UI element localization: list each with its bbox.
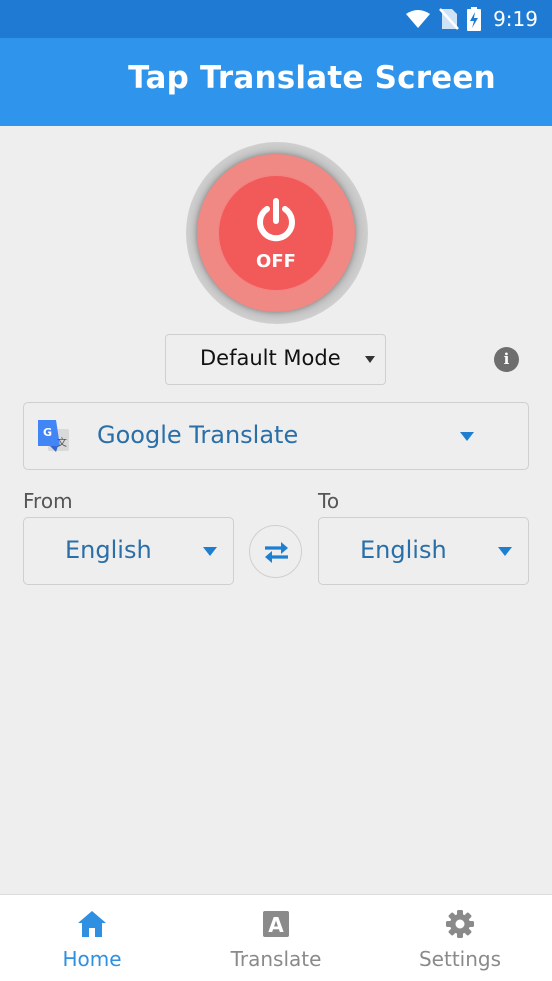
google-translate-icon: G 文	[38, 420, 69, 452]
translate-icon: A	[263, 911, 289, 937]
power-toggle-button[interactable]: OFF	[218, 175, 334, 291]
nav-item-home[interactable]: Home	[0, 895, 184, 981]
bottom-navigation: Home A Translate Settings	[0, 894, 552, 981]
wifi-icon	[406, 10, 431, 28]
svg-text:G: G	[43, 426, 52, 439]
power-state-label: OFF	[256, 251, 296, 272]
power-icon	[257, 198, 295, 242]
status-icons: 9:19	[405, 7, 538, 31]
no-sim-icon	[439, 8, 460, 30]
status-bar: 9:19	[0, 0, 552, 38]
target-language-value: English	[360, 536, 447, 564]
status-time: 9:19	[493, 7, 538, 31]
translation-engine-dropdown[interactable]: G 文 Google Translate	[23, 402, 529, 470]
nav-item-translate[interactable]: A Translate	[184, 895, 368, 981]
to-label: To	[318, 489, 340, 513]
svg-text:A: A	[268, 913, 284, 937]
nav-label-translate: Translate	[230, 947, 322, 971]
gear-icon	[446, 910, 474, 938]
caret-down-icon	[365, 356, 375, 363]
swap-arrows-icon	[265, 542, 288, 563]
nav-label-home: Home	[62, 947, 122, 971]
mode-dropdown[interactable]: Default Mode	[165, 334, 386, 385]
engine-selected-value: Google Translate	[97, 421, 299, 449]
caret-down-icon	[460, 432, 474, 441]
swap-languages-button[interactable]	[249, 525, 302, 578]
home-icon	[78, 911, 106, 937]
info-icon[interactable]: i	[494, 347, 519, 372]
source-language-dropdown[interactable]: English	[23, 517, 234, 585]
app-title: Tap Translate Screen	[128, 60, 496, 96]
nav-label-settings: Settings	[418, 947, 502, 971]
app-bar: Tap Translate Screen	[0, 38, 552, 126]
caret-down-icon	[498, 547, 512, 556]
source-language-value: English	[65, 536, 152, 564]
target-language-dropdown[interactable]: English	[318, 517, 529, 585]
from-label: From	[23, 489, 73, 513]
battery-charging-icon	[467, 7, 482, 31]
nav-item-settings[interactable]: Settings	[368, 895, 552, 981]
mode-selected-value: Default Mode	[200, 346, 341, 370]
caret-down-icon	[203, 547, 217, 556]
svg-text:文: 文	[57, 436, 67, 449]
